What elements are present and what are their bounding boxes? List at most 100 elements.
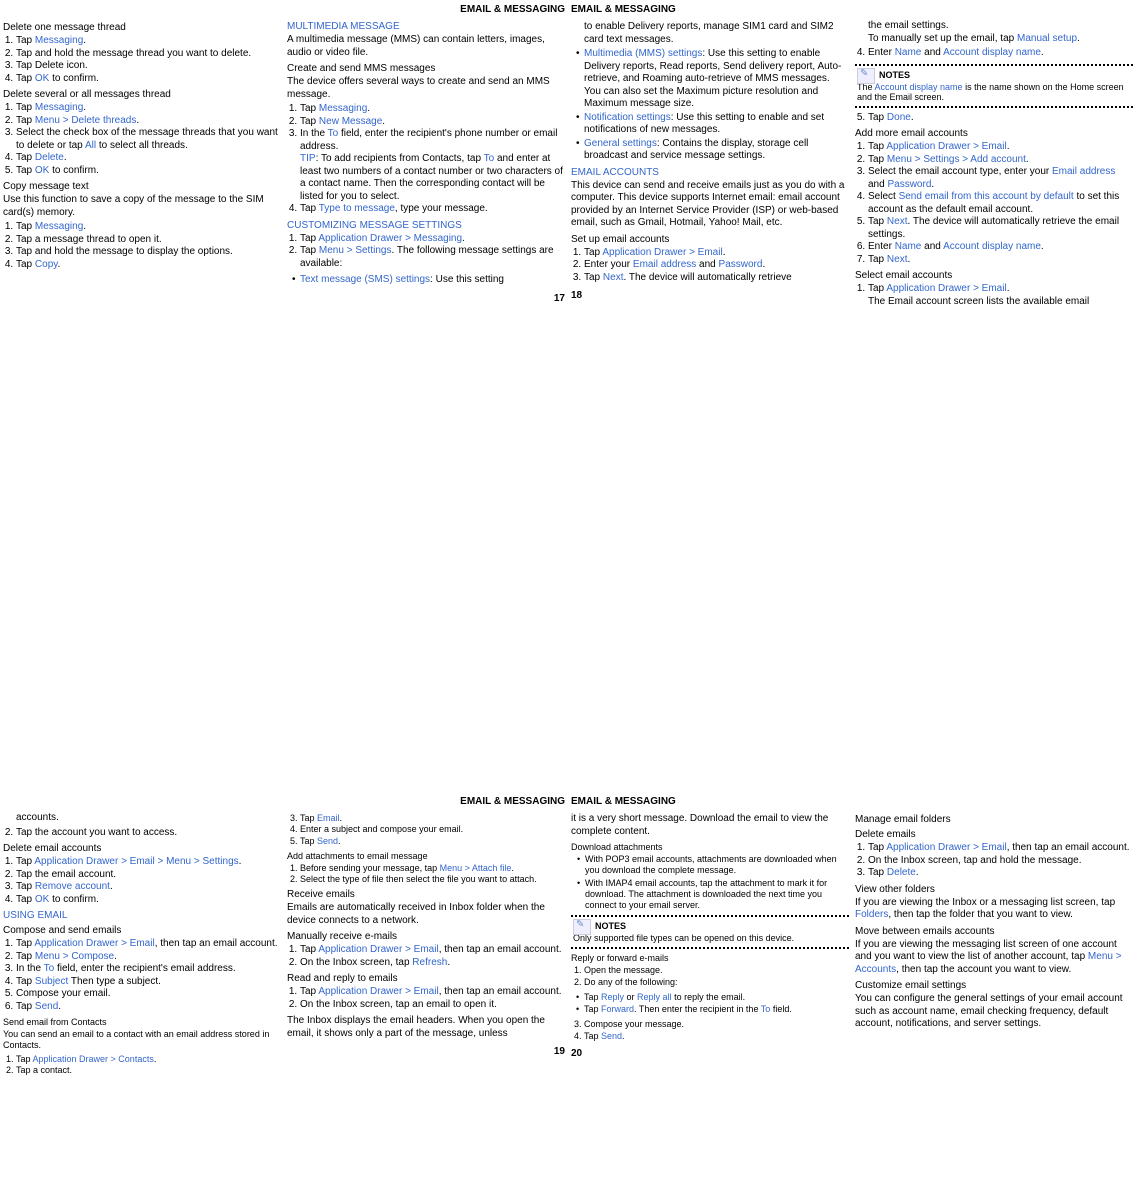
- list-item: Tap Application Drawer > Messaging.: [300, 233, 565, 246]
- paragraph: This device can send and receive emails …: [571, 180, 849, 230]
- list: Tap Application Drawer > Email, then tap…: [3, 938, 281, 1013]
- paragraph: The Inbox displays the email headers. Wh…: [287, 1015, 565, 1040]
- p20-col1: EMAIL & MESSAGING it is a very short mes…: [571, 796, 849, 1080]
- list-item: Tap Menu > Settings. The following messa…: [300, 245, 565, 270]
- paragraph: A multimedia message (MMS) can contain l…: [287, 34, 565, 59]
- list-item: Tap Application Drawer > Email, then tap…: [16, 938, 281, 951]
- heading: Manage email folders: [855, 814, 1133, 825]
- list-item: Tap Menu > Settings > Add account.: [868, 154, 1133, 167]
- list: Tap Application Drawer > Email, then tap…: [855, 842, 1133, 880]
- list-item: Tap OK to confirm.: [16, 894, 281, 907]
- heading: USING EMAIL: [3, 910, 281, 921]
- notes-label: NOTES: [595, 921, 847, 931]
- paragraph: Use this function to save a copy of the …: [3, 194, 281, 219]
- paragraph: Emails are automatically received in Inb…: [287, 902, 565, 927]
- pencil-icon: [573, 919, 591, 935]
- list-item: Tap Menu > Delete threads.: [16, 115, 281, 128]
- list-item: Tap Send.: [584, 1031, 849, 1042]
- list-item: Enter your Email address and Password.: [584, 259, 849, 272]
- list: Before sending your message, tap Menu > …: [287, 863, 565, 886]
- page-number: 17: [287, 293, 565, 304]
- heading: Move between emails accounts: [855, 926, 1133, 937]
- p19-col2: EMAIL & MESSAGING Tap Email.Enter a subj…: [287, 796, 565, 1080]
- section-header: EMAIL & MESSAGING: [571, 796, 849, 807]
- list: Tap Application Drawer > Messaging.Tap M…: [287, 233, 565, 271]
- list-item: Tap Menu > Compose.: [16, 951, 281, 964]
- p18-col2: the email settings.To manually set up th…: [855, 4, 1133, 312]
- heading: Download attachments: [571, 842, 849, 852]
- section-header: EMAIL & MESSAGING: [571, 4, 849, 15]
- heading: Compose and send emails: [3, 925, 281, 936]
- list-item: Tap Application Drawer > Email, then tap…: [300, 986, 565, 999]
- heading: Set up email accounts: [571, 234, 849, 245]
- heading: Delete email accounts: [3, 843, 281, 854]
- list-item: Tap Next. The device will automatically …: [584, 272, 849, 285]
- list: Tap Messaging.Tap a message thread to op…: [3, 221, 281, 271]
- list-item: Tap Delete.: [868, 867, 1133, 880]
- page-row-top: Delete one message thread Tap Messaging.…: [0, 0, 1136, 322]
- list-item: Tap Send.: [300, 836, 565, 847]
- heading: CUSTOMIZING MESSAGE SETTINGS: [287, 220, 565, 231]
- list-item: Tap and hold the message thread you want…: [16, 48, 281, 61]
- list-item: On the Inbox screen, tap Refresh.: [300, 957, 565, 970]
- list-item: Tap Application Drawer > Email > Menu > …: [16, 856, 281, 869]
- list-item: Open the message.: [584, 965, 849, 976]
- list-item: Tap Next.: [868, 254, 1133, 267]
- paragraph: The device offers several ways to create…: [287, 76, 565, 101]
- bullet-list: With POP3 email accounts, attachments ar…: [571, 854, 849, 911]
- list-item: Tap Application Drawer > Email.: [584, 247, 849, 260]
- list-item: Tap Subject Then type a subject.: [16, 976, 281, 989]
- paragraph: You can configure the general settings o…: [855, 993, 1133, 1031]
- list-item: Select the check box of the message thre…: [16, 127, 281, 152]
- list-item: Text message (SMS) settings: Use this se…: [300, 274, 565, 287]
- paragraph: accounts.: [3, 812, 281, 825]
- list-item: Tap Application Drawer > Email, then tap…: [868, 842, 1133, 855]
- list-item: Notification settings: Use this setting …: [584, 112, 849, 137]
- list-item: Tap and hold the message to display the …: [16, 246, 281, 259]
- list-item: Select the email account type, enter you…: [868, 166, 1133, 191]
- paragraph: it is a very short message. Download the…: [571, 813, 849, 838]
- list-item: Tap Application Drawer > Email.The Email…: [868, 283, 1133, 308]
- list: Tap Application Drawer > Email, then tap…: [287, 944, 565, 969]
- list-item: Do any of the following:: [584, 977, 849, 988]
- page-number: 18: [571, 290, 849, 301]
- list-item: Multimedia (MMS) settings: Use this sett…: [584, 48, 849, 111]
- paragraph: If you are viewing the messaging list sc…: [855, 939, 1133, 977]
- list-item: With POP3 email accounts, attachments ar…: [585, 854, 849, 877]
- heading: MULTIMEDIA MESSAGE: [287, 21, 565, 32]
- list: Enter Name and Account display name.: [855, 47, 1133, 60]
- list-item: Tap Send.: [16, 1001, 281, 1014]
- heading: Manually receive e-mails: [287, 931, 565, 942]
- list-item: Select the type of file then select the …: [300, 874, 565, 885]
- heading: Delete emails: [855, 829, 1133, 840]
- list: Tap the account you want to access.: [3, 827, 281, 840]
- heading: Delete several or all messages thread: [3, 89, 281, 100]
- page-row-bottom: accounts. Tap the account you want to ac…: [0, 792, 1136, 1090]
- list: Tap Email.Enter a subject and compose yo…: [287, 813, 565, 847]
- paragraph: If you are viewing the Inbox or a messag…: [855, 897, 1133, 922]
- list-item: Tap Application Drawer > Contacts.: [16, 1054, 281, 1065]
- page-number: 20: [571, 1048, 849, 1059]
- heading: Send email from Contacts: [3, 1017, 281, 1027]
- list-item: Tap Messaging.: [300, 103, 565, 116]
- list-item: Tap OK to confirm.: [16, 73, 281, 86]
- list: Tap Messaging.Tap and hold the message t…: [3, 35, 281, 85]
- heading: EMAIL ACCOUNTS: [571, 167, 849, 178]
- list: Tap Application Drawer > Email.The Email…: [855, 283, 1133, 308]
- list-item: Tap a message thread to open it.: [16, 234, 281, 247]
- bullet-list: Multimedia (MMS) settings: Use this sett…: [571, 48, 849, 163]
- heading: Delete one message thread: [3, 22, 281, 33]
- p19-col1: accounts. Tap the account you want to ac…: [3, 796, 281, 1080]
- paragraph: to enable Delivery reports, manage SIM1 …: [571, 21, 849, 46]
- list-item: Tap Messaging.: [16, 221, 281, 234]
- notes-text: Only supported file types can be opened …: [573, 933, 794, 943]
- list-item: Tap Delete icon.: [16, 60, 281, 73]
- list: Tap Application Drawer > Email.Enter you…: [571, 247, 849, 285]
- list-item: Compose your message.: [584, 1019, 849, 1030]
- list: Tap Messaging.Tap Menu > Delete threads.…: [3, 102, 281, 177]
- list: Tap Application Drawer > Email.Tap Menu …: [855, 141, 1133, 266]
- section-header: EMAIL & MESSAGING: [287, 4, 565, 15]
- list-item: Tap the account you want to access.: [16, 827, 281, 840]
- list: Compose your message.Tap Send.: [571, 1019, 849, 1042]
- list-item: Tap OK to confirm.: [16, 165, 281, 178]
